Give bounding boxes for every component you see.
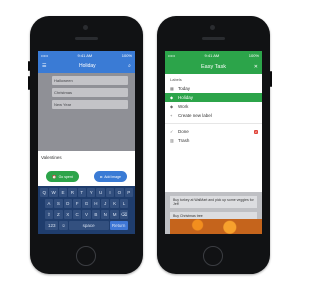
- search-icon[interactable]: ⌕: [128, 63, 131, 69]
- drawer-item-holiday[interactable]: ◆ Holiday: [165, 93, 262, 102]
- key[interactable]: D: [63, 199, 72, 208]
- clock: 9:41 AM: [77, 52, 93, 58]
- key[interactable]: K: [110, 199, 119, 208]
- battery: 100%: [121, 52, 132, 58]
- emoji-key[interactable]: ☺: [59, 221, 68, 230]
- app-title: Easy Task: [201, 63, 226, 70]
- camera-icon: [83, 25, 88, 30]
- key[interactable]: Z: [54, 210, 63, 219]
- divider: [165, 123, 262, 124]
- key[interactable]: J: [101, 199, 110, 208]
- close-icon[interactable]: ✕: [254, 64, 258, 70]
- key[interactable]: T: [77, 188, 86, 197]
- menu-icon[interactable]: ☰: [42, 63, 46, 69]
- return-key[interactable]: Return: [109, 221, 128, 230]
- task-cards: Buy turkey at WalMart and pick up some v…: [165, 192, 262, 234]
- key[interactable]: F: [72, 199, 82, 208]
- add-image-button[interactable]: ◘ Add image: [94, 171, 127, 182]
- drawer-header: Labels: [170, 77, 182, 82]
- trash-icon: ▥: [170, 138, 174, 143]
- key[interactable]: A: [44, 199, 54, 208]
- drawer-item-today[interactable]: ▦ Today: [165, 84, 262, 93]
- space-key[interactable]: space: [68, 221, 109, 230]
- list-item[interactable]: Halloween: [52, 76, 128, 85]
- drawer-item-trash[interactable]: ▥ Trash: [165, 136, 262, 145]
- key[interactable]: U: [96, 188, 105, 197]
- battery: 100%: [248, 52, 259, 58]
- label-list: Halloween Christmas New Year: [38, 73, 135, 151]
- status-bar: ••••• 9:41 AM 100%: [38, 51, 135, 59]
- key[interactable]: Q: [40, 188, 49, 197]
- page-title: Holiday: [78, 63, 96, 69]
- key[interactable]: L: [119, 199, 129, 208]
- key[interactable]: R: [68, 188, 77, 197]
- drawer-item-done[interactable]: ✓ Done 2: [165, 127, 262, 136]
- right-phone: ••••• 9:41 AM 100% Easy Task ✕ Labels ▦ …: [157, 16, 272, 274]
- key[interactable]: G: [82, 199, 91, 208]
- key[interactable]: H: [91, 199, 101, 208]
- key[interactable]: N: [101, 210, 110, 219]
- label-icon: ◆: [170, 95, 174, 100]
- key[interactable]: E: [58, 188, 68, 197]
- clock: 9:41 AM: [204, 52, 220, 58]
- volume-button: [28, 76, 30, 90]
- backspace-key[interactable]: ⌫: [119, 210, 129, 219]
- new-label-panel: Valentines ⏰ Go spent ◘ Add image: [38, 151, 135, 186]
- key[interactable]: C: [72, 210, 82, 219]
- shift-key[interactable]: ⇧: [44, 210, 54, 219]
- home-button[interactable]: [203, 246, 223, 266]
- app-bar: ☰ Holiday ⌕: [38, 59, 135, 73]
- list-item[interactable]: Christmas: [52, 88, 128, 97]
- drawer-item-work[interactable]: ◆ Work: [165, 102, 262, 111]
- app-bar: Easy Task ✕: [165, 59, 262, 74]
- key[interactable]: V: [82, 210, 91, 219]
- plus-icon: +: [170, 113, 173, 118]
- volume-button: [28, 61, 30, 71]
- key[interactable]: O: [115, 188, 124, 197]
- oranges-image: [170, 219, 262, 234]
- numbers-key[interactable]: 123: [45, 221, 59, 230]
- speaker: [202, 37, 225, 40]
- task-card[interactable]: Buy turkey at WalMart and pick up some v…: [170, 196, 257, 208]
- key[interactable]: B: [91, 210, 101, 219]
- list-item[interactable]: New Year: [52, 100, 128, 109]
- carrier: •••••: [168, 52, 176, 58]
- camera-icon: [210, 25, 215, 30]
- alarm-icon: ⏰: [52, 174, 57, 179]
- speaker: [75, 37, 98, 40]
- keyboard: Q W E R T Y U I O P A S D F G H J K L ⇧ …: [38, 186, 135, 234]
- key[interactable]: P: [124, 188, 133, 197]
- navigation-drawer: Labels ▦ Today ◆ Holiday ◆ Work + Create…: [165, 74, 262, 190]
- camera-icon: ◘: [100, 174, 103, 179]
- label-icon: ◆: [170, 104, 174, 109]
- carrier: •••••: [41, 52, 49, 58]
- right-screen: ••••• 9:41 AM 100% Easy Task ✕ Labels ▦ …: [165, 51, 262, 234]
- done-icon: ✓: [170, 129, 174, 134]
- count-badge: 2: [254, 129, 258, 134]
- key[interactable]: W: [49, 188, 58, 197]
- home-button[interactable]: [76, 246, 96, 266]
- today-icon: ▦: [170, 86, 174, 91]
- key[interactable]: I: [105, 188, 115, 197]
- key[interactable]: S: [54, 199, 63, 208]
- key[interactable]: X: [63, 210, 72, 219]
- left-phone: ••••• 9:41 AM 100% ☰ Holiday ⌕ Halloween…: [28, 16, 143, 274]
- drawer-item-create-label[interactable]: + Create new label: [165, 111, 262, 120]
- key[interactable]: Y: [87, 188, 96, 197]
- go-spent-button[interactable]: ⏰ Go spent: [46, 171, 79, 182]
- key[interactable]: M: [110, 210, 119, 219]
- status-bar: ••••• 9:41 AM 100%: [165, 51, 262, 59]
- power-button: [270, 71, 272, 87]
- label-input[interactable]: Valentines: [41, 155, 62, 160]
- left-screen: ••••• 9:41 AM 100% ☰ Holiday ⌕ Halloween…: [38, 51, 135, 234]
